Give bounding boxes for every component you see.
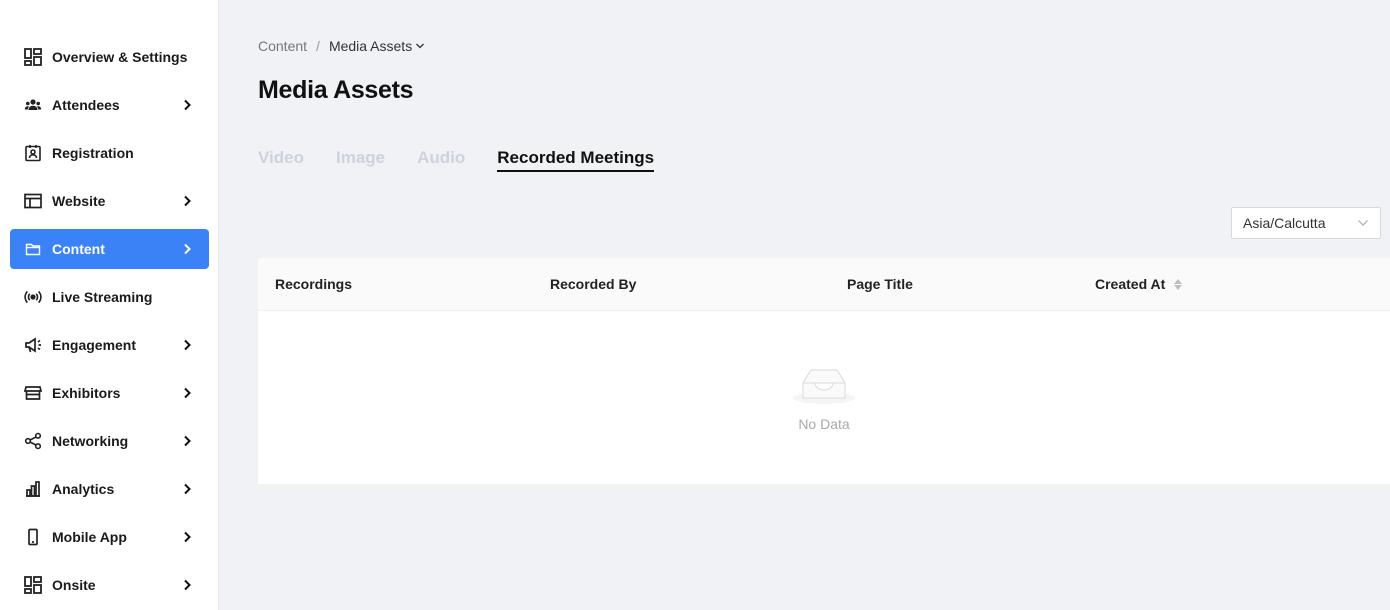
timezone-select-value: Asia/Calcutta — [1243, 215, 1326, 231]
sidebar-item-website[interactable]: Website — [10, 181, 209, 221]
column-header-page-title: Page Title — [847, 276, 913, 292]
sidebar-item-label: Registration — [52, 145, 134, 161]
sidebar-item-label: Exhibitors — [52, 385, 121, 401]
sidebar-item-label: Website — [52, 193, 106, 209]
chevron-right-icon — [179, 481, 195, 497]
timezone-select[interactable]: Asia/Calcutta — [1231, 207, 1381, 239]
chevron-down-icon — [416, 43, 425, 49]
breadcrumb: Content / Media Assets — [258, 38, 425, 54]
mobile-phone-icon — [24, 528, 42, 546]
sidebar: Overview & Settings Attendees Registrati… — [0, 0, 219, 610]
sidebar-item-label: Networking — [52, 433, 129, 449]
breadcrumb-current-dropdown[interactable]: Media Assets — [329, 38, 425, 54]
sidebar-item-label: Engagement — [52, 337, 137, 353]
chevron-right-icon — [179, 529, 195, 545]
sidebar-item-networking[interactable]: Networking — [10, 421, 209, 461]
megaphone-icon — [24, 336, 42, 354]
breadcrumb-separator: / — [316, 38, 320, 54]
sidebar-item-live-streaming[interactable]: Live Streaming — [10, 277, 209, 317]
empty-state: No Data — [258, 311, 1390, 484]
chevron-right-icon — [179, 577, 195, 593]
chevron-right-icon — [179, 433, 195, 449]
sidebar-item-label: Attendees — [52, 97, 120, 113]
empty-state-text: No Data — [798, 416, 850, 432]
sidebar-item-label: Overview & Settings — [52, 49, 188, 65]
sidebar-item-engagement[interactable]: Engagement — [10, 325, 209, 365]
column-header-created-at[interactable]: Created At — [1095, 276, 1183, 292]
breadcrumb-current-label: Media Assets — [328, 38, 413, 54]
chevron-down-icon — [1358, 220, 1368, 226]
chevron-right-icon — [179, 241, 195, 257]
share-nodes-icon — [24, 432, 42, 450]
breadcrumb-content-link[interactable]: Content — [258, 38, 307, 54]
people-icon — [24, 96, 42, 114]
sidebar-item-onsite[interactable]: Onsite — [10, 565, 209, 605]
tab-recorded-meetings[interactable]: Recorded Meetings — [497, 148, 655, 172]
sort-icon[interactable] — [1174, 278, 1183, 290]
sidebar-item-overview-settings[interactable]: Overview & Settings — [10, 37, 209, 77]
recordings-table: Recordings Recorded By Page Title Create… — [258, 258, 1390, 484]
folder-icon — [24, 240, 42, 258]
sidebar-item-attendees[interactable]: Attendees — [10, 85, 209, 125]
chevron-right-icon — [179, 97, 195, 113]
grid-icon — [24, 576, 42, 594]
sidebar-item-label: Live Streaming — [52, 289, 153, 305]
sidebar-item-registration[interactable]: Registration — [10, 133, 209, 173]
sidebar-item-label: Analytics — [52, 481, 115, 497]
sidebar-item-exhibitors[interactable]: Exhibitors — [10, 373, 209, 413]
chevron-right-icon — [179, 193, 195, 209]
tab-image[interactable]: Image — [336, 148, 385, 172]
sidebar-item-mobile-app[interactable]: Mobile App — [10, 517, 209, 557]
storefront-icon — [24, 384, 42, 402]
column-header-recordings: Recordings — [275, 276, 353, 292]
sidebar-item-analytics[interactable]: Analytics — [10, 469, 209, 509]
browser-window-icon — [24, 192, 42, 210]
table-header: Recordings Recorded By Page Title Create… — [258, 258, 1390, 311]
bar-chart-icon — [24, 480, 42, 498]
tab-video[interactable]: Video — [258, 148, 304, 172]
column-header-recorded-by: Recorded By — [550, 276, 637, 292]
sidebar-item-label: Onsite — [52, 577, 96, 593]
broadcast-icon — [24, 288, 42, 306]
tab-audio[interactable]: Audio — [417, 148, 465, 172]
empty-inbox-icon — [792, 363, 856, 410]
sidebar-item-content[interactable]: Content — [10, 229, 209, 269]
dashboard-icon — [24, 48, 42, 66]
chevron-right-icon — [179, 337, 195, 353]
sidebar-item-label: Content — [52, 241, 105, 257]
chevron-right-icon — [179, 385, 195, 401]
media-tabs: Video Image Audio Recorded Meetings — [258, 148, 686, 174]
sidebar-item-label: Mobile App — [52, 529, 127, 545]
badge-icon — [24, 144, 42, 162]
page-title: Media Assets — [258, 76, 414, 104]
